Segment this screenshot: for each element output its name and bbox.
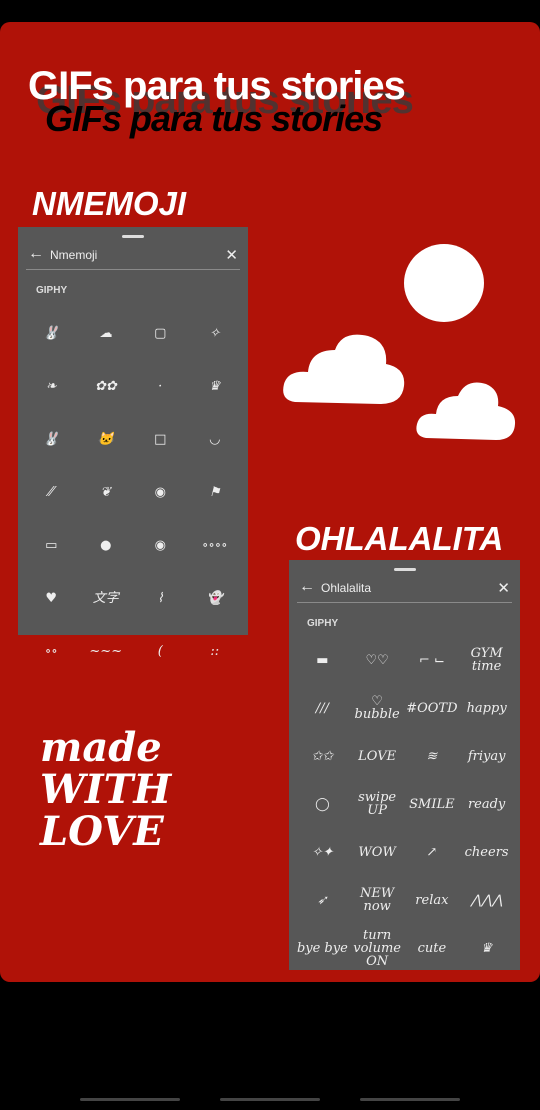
made-with-love-sticker: made WITH LOVE: [40, 727, 250, 877]
sticker-item[interactable]: ♡♡: [350, 636, 405, 684]
provider-label: GIPHY: [36, 285, 68, 296]
search-input[interactable]: Nmemoji: [50, 248, 97, 262]
sticker-item[interactable]: relax: [405, 876, 460, 924]
sticker-item[interactable]: 文字: [79, 572, 134, 625]
section-label-ohlalalita: OHLALALITA: [295, 520, 504, 557]
made-with-love-text: made WITH LOVE: [40, 724, 172, 855]
sticker-grid: 🐰 ☁ ▢ ✧ ❧ ✿✿ · ♛ 🐰 🐱 □ ◡ ⁄⁄ ❦ ◉ ⚑ ▭ ● ◉ ∘∘∘∘ ♥ 文字 ⌇ 👻 ∘∘ ~~~(::: [24, 307, 242, 678]
sticker-item[interactable]: ✿✿: [79, 360, 134, 413]
sticker-item[interactable]: ◉: [133, 519, 188, 572]
sticker-item[interactable]: bye bye: [295, 924, 350, 972]
sticker-item[interactable]: ⋀⋀⋀: [459, 876, 514, 924]
sticker-item[interactable]: ❧: [24, 360, 79, 413]
sticker-item[interactable]: ·: [133, 360, 188, 413]
nav-bar-indicator: [360, 1098, 460, 1101]
sticker-item[interactable]: swipe UP: [350, 780, 405, 828]
sticker-item[interactable]: ◉: [133, 466, 188, 519]
sticker-item[interactable]: #OOTD: [405, 684, 460, 732]
sticker-item[interactable]: ✩✩: [295, 732, 350, 780]
drag-handle[interactable]: [393, 568, 416, 571]
nav-bar-indicator: [220, 1098, 320, 1101]
sticker-item[interactable]: ◯: [295, 780, 350, 828]
back-arrow-icon[interactable]: ←: [299, 578, 315, 596]
story-card: GIFs para tus stories GIFs para tus stor…: [0, 22, 540, 982]
sticker-item[interactable]: ✧✦: [295, 828, 350, 876]
close-icon[interactable]: ✕: [225, 246, 238, 264]
sticker-panel-nmemoji: ← Nmemoji ✕ GIPHY 🐰 ☁ ▢ ✧ ❧ ✿✿ · ♛ 🐰 🐱 □ ◡ ⁄⁄ ❦ ◉ ⚑ ▭ ● ◉ ∘…: [18, 227, 248, 658]
close-icon[interactable]: ✕: [497, 579, 510, 597]
sticker-item[interactable]: GYM time: [459, 636, 514, 684]
search-bar[interactable]: ← Nmemoji ✕: [26, 243, 240, 270]
sticker-item[interactable]: ➶: [295, 876, 350, 924]
cloud-sticker: [283, 334, 405, 404]
sticker-item[interactable]: 🐱: [79, 413, 134, 466]
sticker-item[interactable]: ●: [79, 519, 134, 572]
sticker-item[interactable]: ♛: [459, 924, 514, 972]
sticker-item[interactable]: turn volume ON: [350, 924, 405, 972]
sticker-item[interactable]: friyay: [459, 732, 514, 780]
sticker-item[interactable]: ∘∘: [24, 625, 79, 678]
sticker-item[interactable]: ≋: [405, 732, 460, 780]
sticker-grid: ▬ ♡♡ ⌐ ⌙ GYM time ///♡ bubble #OOTD happy ✩✩ LOV…: [295, 636, 514, 972]
sticker-item[interactable]: ▬: [295, 636, 350, 684]
sticker-item[interactable]: LOVE: [350, 732, 405, 780]
sticker-item[interactable]: ↗: [405, 828, 460, 876]
sticker-item[interactable]: (: [133, 625, 188, 678]
title-black: GIFs para tus stories: [45, 98, 383, 139]
sticker-item[interactable]: ⌐ ⌙: [405, 636, 460, 684]
sticker-item[interactable]: ready: [459, 780, 514, 828]
back-arrow-icon[interactable]: ←: [28, 245, 44, 263]
cloud-sticker: [416, 382, 516, 440]
sticker-item[interactable]: ✧: [188, 307, 243, 360]
sticker-item[interactable]: ▢: [133, 307, 188, 360]
sun-sticker: [404, 244, 484, 322]
sticker-item[interactable]: ~~~: [79, 625, 134, 678]
sticker-item[interactable]: 🐰: [24, 307, 79, 360]
sticker-item[interactable]: ::: [188, 625, 243, 678]
sticker-item[interactable]: ♛: [188, 360, 243, 413]
sticker-item[interactable]: SMILE: [405, 780, 460, 828]
sticker-item[interactable]: ♥: [24, 572, 79, 625]
search-bar[interactable]: ← Ohlalalita ✕: [297, 576, 512, 603]
sticker-item[interactable]: NEW now: [350, 876, 405, 924]
sticker-item[interactable]: ▭: [24, 519, 79, 572]
sticker-item[interactable]: cheers: [459, 828, 514, 876]
sticker-item[interactable]: ⁄⁄: [24, 466, 79, 519]
sticker-item[interactable]: ⚑: [188, 466, 243, 519]
sticker-item[interactable]: WOW: [350, 828, 405, 876]
sticker-item[interactable]: 👻: [188, 572, 243, 625]
sticker-item[interactable]: ⌇: [133, 572, 188, 625]
section-label-nmemoji: NMEMOJI: [32, 185, 187, 222]
sticker-item[interactable]: happy: [459, 684, 514, 732]
sticker-item[interactable]: ☁: [79, 307, 134, 360]
provider-label: GIPHY: [307, 618, 339, 629]
sticker-item[interactable]: ❦: [79, 466, 134, 519]
sticker-item[interactable]: 🐰: [24, 413, 79, 466]
search-input[interactable]: Ohlalalita: [321, 581, 371, 595]
sticker-item[interactable]: ∘∘∘∘: [188, 519, 243, 572]
drag-handle[interactable]: [122, 235, 144, 238]
sticker-item[interactable]: □: [133, 413, 188, 466]
sticker-item[interactable]: ♡ bubble: [350, 684, 405, 732]
sticker-item[interactable]: cute: [405, 924, 460, 972]
nav-bar-indicator: [80, 1098, 180, 1101]
sticker-item[interactable]: ///: [295, 684, 350, 732]
sticker-panel-ohlalalita: ← Ohlalalita ✕ GIPHY ▬ ♡♡ ⌐ ⌙ GYM time ///♡ …: [289, 560, 520, 970]
sticker-item[interactable]: ◡: [188, 413, 243, 466]
